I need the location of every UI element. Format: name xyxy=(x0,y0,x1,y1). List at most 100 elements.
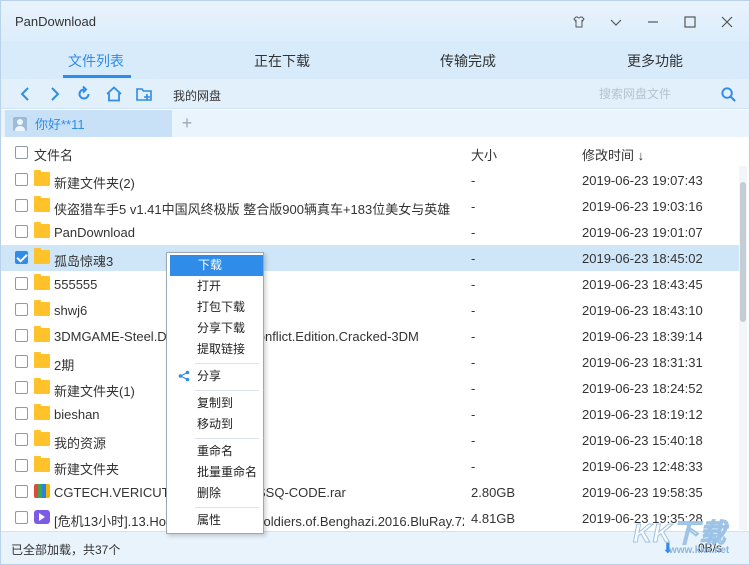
menu-item-pack-download[interactable]: 打包下载 xyxy=(169,297,263,318)
table-row[interactable]: [危机13小时].13.Hours.The.Secret.Soldiers.of… xyxy=(1,505,739,531)
file-modified: 2019-06-23 18:43:45 xyxy=(582,277,703,292)
folder-icon xyxy=(34,404,50,420)
home-icon[interactable] xyxy=(103,83,125,105)
menu-item-open[interactable]: 打开 xyxy=(169,276,263,297)
scrollbar[interactable] xyxy=(739,166,747,530)
new-folder-icon[interactable] xyxy=(133,83,155,105)
file-modified: 2019-06-23 18:24:52 xyxy=(582,381,703,396)
row-checkbox[interactable] xyxy=(15,199,28,212)
file-modified: 2019-06-23 15:40:18 xyxy=(582,433,703,448)
file-size: - xyxy=(471,407,476,422)
dropdown-icon[interactable] xyxy=(605,11,627,33)
tab-downloading[interactable]: 正在下载 xyxy=(254,51,310,71)
file-size: - xyxy=(471,459,476,474)
file-size: - xyxy=(471,329,476,344)
row-checkbox[interactable] xyxy=(15,407,28,420)
header-modified[interactable]: 修改时间 ↓ xyxy=(582,145,644,164)
tab-file-list[interactable]: 文件列表 xyxy=(68,51,124,71)
folder-icon xyxy=(34,222,50,238)
row-checkbox[interactable] xyxy=(15,303,28,316)
header-name[interactable]: 文件名 xyxy=(34,145,73,164)
folder-icon xyxy=(34,300,50,316)
search-input[interactable] xyxy=(599,83,709,105)
toolbar: 我的网盘 xyxy=(1,79,749,109)
row-checkbox[interactable] xyxy=(15,251,28,264)
menu-item-batch-rename[interactable]: 批量重命名 xyxy=(169,462,263,483)
table-row[interactable]: 孤岛惊魂3-2019-06-23 18:45:02 xyxy=(1,245,739,271)
app-window: PanDownload 文件列表 正在下载 传输完成 更多功能 我的网盘 搜索网… xyxy=(0,0,750,565)
account-name: 你好**11 xyxy=(35,117,85,132)
row-checkbox[interactable] xyxy=(15,459,28,472)
row-checkbox[interactable] xyxy=(15,173,28,186)
maximize-icon[interactable] xyxy=(679,11,701,33)
back-icon[interactable] xyxy=(15,83,37,105)
file-size: - xyxy=(471,433,476,448)
row-checkbox[interactable] xyxy=(15,511,28,524)
menu-item-extract-link[interactable]: 提取链接 xyxy=(169,339,263,360)
forward-icon[interactable] xyxy=(43,83,65,105)
file-name: PanDownload xyxy=(54,225,135,240)
row-checkbox[interactable] xyxy=(15,355,28,368)
menu-item-share[interactable]: 分享 xyxy=(169,366,263,387)
file-size: - xyxy=(471,251,476,266)
row-checkbox[interactable] xyxy=(15,225,28,238)
menu-item-copy-to[interactable]: 复制到 xyxy=(169,393,263,414)
file-size: 4.81GB xyxy=(471,511,516,526)
table-row[interactable]: 555555-2019-06-23 18:43:45 xyxy=(1,271,739,297)
menu-item-share-download[interactable]: 分享下载 xyxy=(169,318,263,339)
folder-icon xyxy=(34,196,50,212)
menu-item-download[interactable]: 下载 xyxy=(170,255,263,276)
table-row[interactable]: 我的资源 -2019-06-23 15:40:18 xyxy=(1,427,739,453)
row-checkbox[interactable] xyxy=(15,329,28,342)
menu-item-properties[interactable]: 属性 xyxy=(169,510,263,531)
tab-more[interactable]: 更多功能 xyxy=(627,51,683,71)
header-size[interactable]: 大小 xyxy=(471,145,497,164)
refresh-icon[interactable] xyxy=(73,83,95,105)
table-row[interactable]: 新建文件夹(2) - 2019-06-23 19:07:43 xyxy=(1,167,739,193)
folder-icon xyxy=(34,248,50,264)
menu-item-rename[interactable]: 重命名 xyxy=(169,441,263,462)
table-row[interactable]: 3DMGAME-Steel.Division.2.Total.Conflict.… xyxy=(1,323,739,349)
select-all-checkbox[interactable] xyxy=(15,146,28,159)
account-tabs: 你好**11 + xyxy=(1,110,749,137)
table-row[interactable]: 侠盗猎车手5 v1.41中国风终极版 整合版900辆真车+183位美女与英雄 - 2… xyxy=(1,193,739,219)
table-row[interactable]: CGTECH.VERICUT.V9.0.0.WIN64-SSQ-CODE.rar… xyxy=(1,479,739,505)
file-modified: 2019-06-23 18:43:10 xyxy=(582,303,703,318)
skin-icon[interactable] xyxy=(568,11,590,33)
close-icon[interactable] xyxy=(716,11,738,33)
search-icon[interactable] xyxy=(717,83,739,105)
table-row[interactable]: PanDownload - 2019-06-23 19:01:07 xyxy=(1,219,739,245)
file-modified: 2019-06-23 18:19:12 xyxy=(582,407,703,422)
active-tab-indicator xyxy=(63,75,131,78)
file-size: - xyxy=(471,303,476,318)
table-row[interactable]: 2期 -2019-06-23 18:31:31 xyxy=(1,349,739,375)
table-row[interactable]: 新建文件夹(1) -2019-06-23 18:24:52 xyxy=(1,375,739,401)
file-size: - xyxy=(471,173,476,188)
table-row[interactable]: shwj6-2019-06-23 18:43:10 xyxy=(1,297,739,323)
row-checkbox[interactable] xyxy=(15,381,28,394)
scroll-thumb[interactable] xyxy=(740,182,746,322)
download-speed-icon: ⬇ xyxy=(662,540,674,556)
menu-item-move-to[interactable]: 移动到 xyxy=(169,414,263,435)
file-modified: 2019-06-23 18:39:14 xyxy=(582,329,703,344)
tab-completed[interactable]: 传输完成 xyxy=(440,51,496,71)
context-menu: 下载 打开 打包下载 分享下载 提取链接 分享 复制到 移动到 重命名 批量重命… xyxy=(166,252,264,534)
folder-icon xyxy=(34,352,50,368)
folder-icon xyxy=(34,274,50,290)
row-checkbox[interactable] xyxy=(15,277,28,290)
archive-icon xyxy=(34,484,50,498)
file-size: - xyxy=(471,381,476,396)
file-modified: 2019-06-23 18:31:31 xyxy=(582,355,703,370)
table-row[interactable]: 新建文件夹 -2019-06-23 12:48:33 xyxy=(1,453,739,479)
file-modified: 2019-06-23 18:45:02 xyxy=(582,251,703,266)
menu-item-delete[interactable]: 删除 xyxy=(169,483,263,504)
title-bar: PanDownload xyxy=(1,1,749,41)
folder-icon xyxy=(34,326,50,342)
account-tab[interactable]: 你好**11 xyxy=(5,110,172,137)
minimize-icon[interactable] xyxy=(642,11,664,33)
row-checkbox[interactable] xyxy=(15,485,28,498)
table-row[interactable]: bieshan -2019-06-23 18:19:12 xyxy=(1,401,739,427)
add-account-button[interactable]: + xyxy=(177,112,197,134)
share-icon xyxy=(178,370,190,382)
row-checkbox[interactable] xyxy=(15,433,28,446)
